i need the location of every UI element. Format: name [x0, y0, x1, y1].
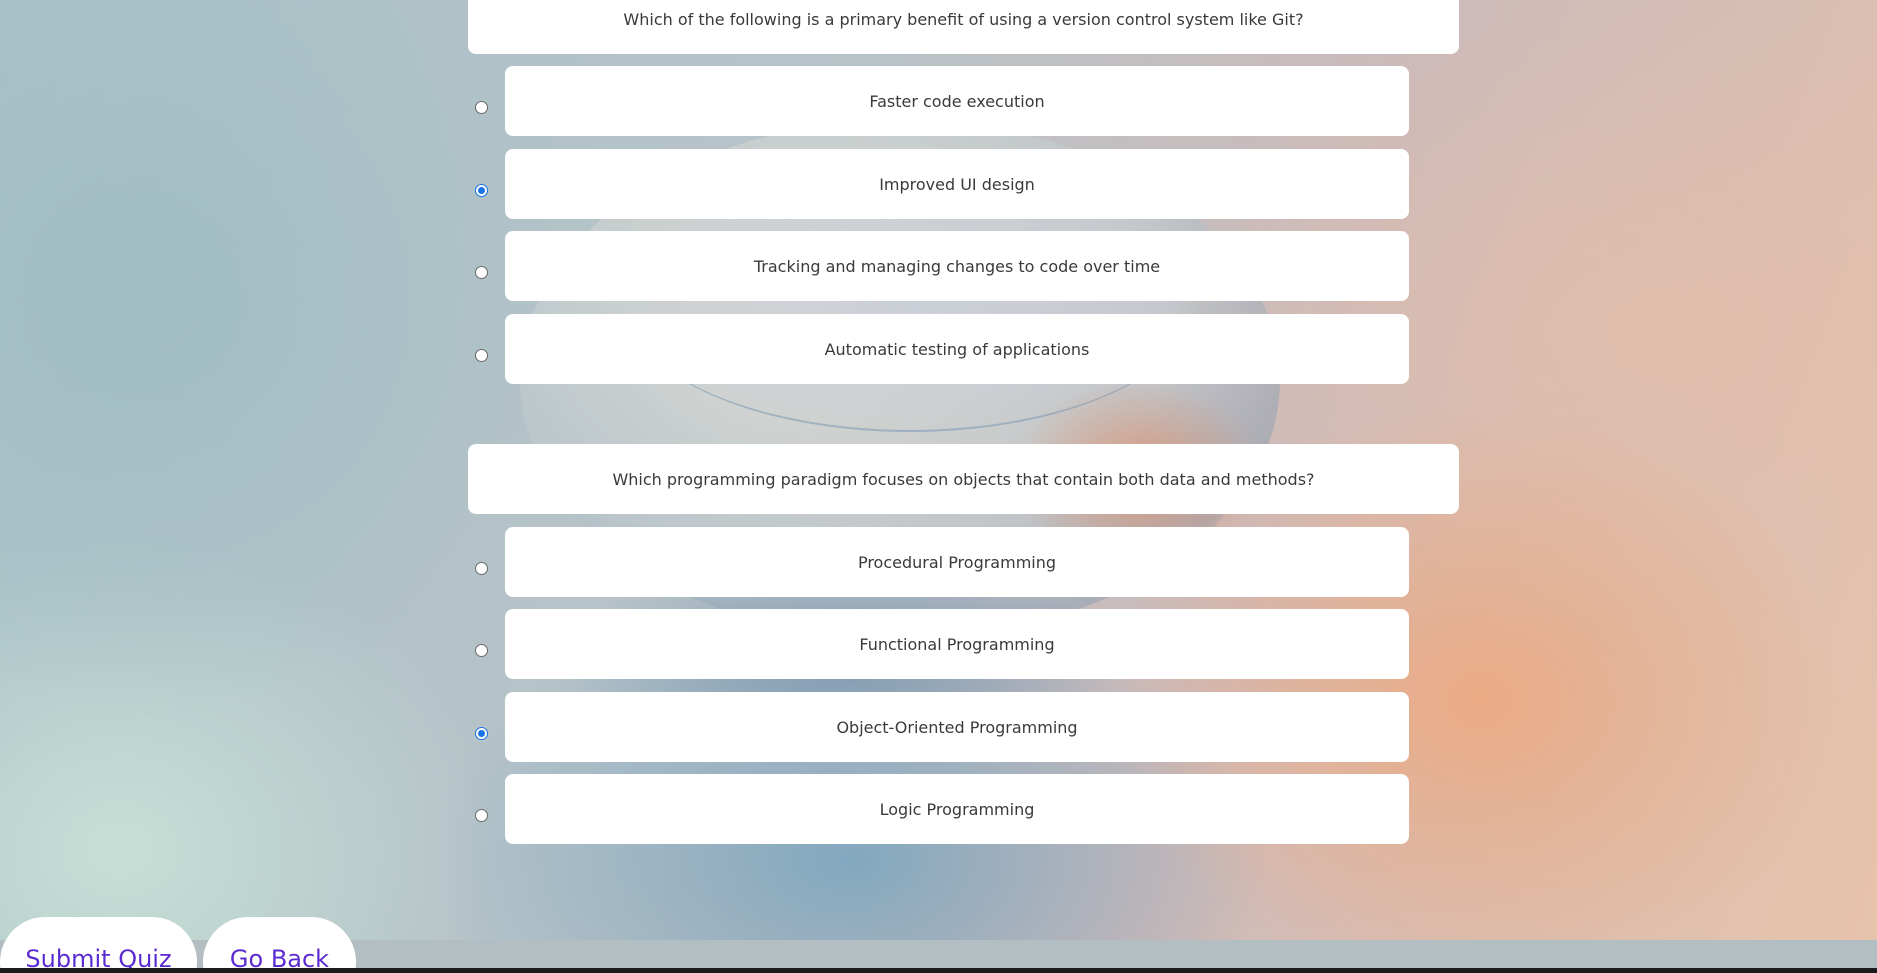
- answer-option-label: Logic Programming: [879, 799, 1035, 819]
- answer-option-label: Object-Oriented Programming: [836, 717, 1078, 737]
- answer-option-label: Improved UI design: [879, 174, 1035, 194]
- answer-option-card[interactable]: Procedural Programming: [505, 527, 1409, 597]
- answer-option-card[interactable]: Logic Programming: [505, 774, 1409, 844]
- answer-option: Tracking and managing changes to code ov…: [0, 231, 1877, 301]
- go-back-button[interactable]: Go Back: [203, 917, 356, 968]
- answer-radio[interactable]: [475, 266, 488, 279]
- answer-radio[interactable]: [475, 101, 488, 114]
- answer-option-label: Functional Programming: [859, 634, 1055, 654]
- answer-option-card[interactable]: Faster code execution: [505, 66, 1409, 136]
- answer-option-card[interactable]: Functional Programming: [505, 609, 1409, 679]
- answer-radio[interactable]: [475, 184, 488, 197]
- answer-option-card[interactable]: Automatic testing of applications: [505, 314, 1409, 384]
- answer-option-card[interactable]: Object-Oriented Programming: [505, 692, 1409, 762]
- answer-option: Functional Programming: [0, 609, 1877, 679]
- answer-option: Faster code execution: [0, 66, 1877, 136]
- answer-option-label: Faster code execution: [869, 91, 1045, 111]
- answer-radio[interactable]: [475, 349, 488, 362]
- answer-radio[interactable]: [475, 562, 488, 575]
- answer-option-label: Tracking and managing changes to code ov…: [753, 256, 1161, 276]
- window-bottom-edge: [0, 968, 1877, 973]
- answer-radio[interactable]: [475, 644, 488, 657]
- question-text: Which of the following is a primary bene…: [623, 9, 1304, 29]
- answer-option-label: Automatic testing of applications: [824, 339, 1090, 359]
- answer-option: Logic Programming: [0, 774, 1877, 844]
- answer-option: Procedural Programming: [0, 527, 1877, 597]
- answer-option-label: Procedural Programming: [857, 552, 1057, 572]
- answer-option-card[interactable]: Improved UI design: [505, 149, 1409, 219]
- answer-option: Automatic testing of applications: [0, 314, 1877, 384]
- answer-radio[interactable]: [475, 809, 488, 822]
- answer-option: Improved UI design: [0, 149, 1877, 219]
- submit-quiz-label: Submit Quiz: [25, 945, 172, 968]
- answer-radio[interactable]: [475, 727, 488, 740]
- go-back-label: Go Back: [229, 945, 330, 968]
- question-text: Which programming paradigm focuses on ob…: [612, 469, 1315, 489]
- answer-option-card[interactable]: Tracking and managing changes to code ov…: [505, 231, 1409, 301]
- submit-quiz-button[interactable]: Submit Quiz: [0, 917, 197, 968]
- question-card: Which programming paradigm focuses on ob…: [468, 444, 1459, 514]
- answer-option: Object-Oriented Programming: [0, 692, 1877, 762]
- question-card: Which of the following is a primary bene…: [468, 0, 1459, 54]
- quiz-form: Which of the following is a primary bene…: [0, 0, 1877, 968]
